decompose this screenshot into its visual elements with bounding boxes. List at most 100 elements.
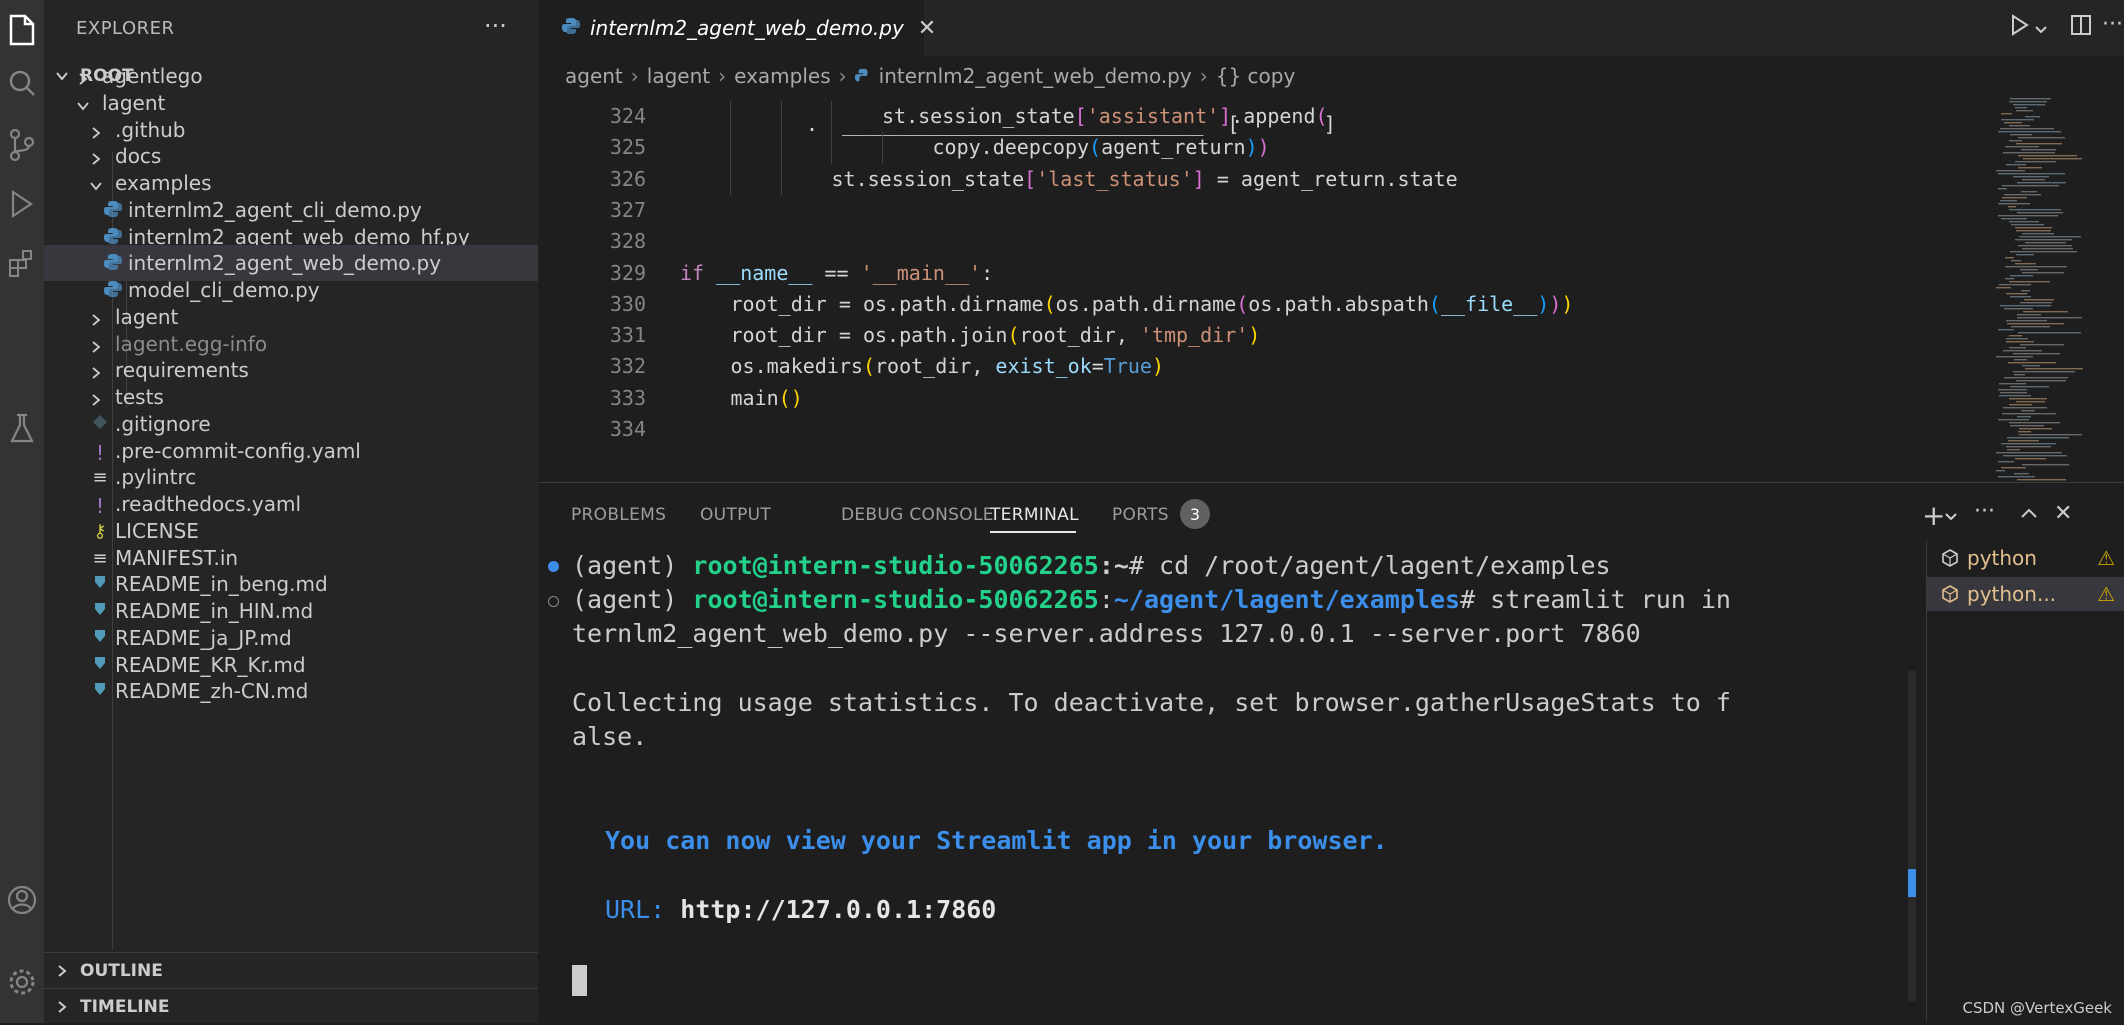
indent-guide: [881, 132, 883, 164]
python-file-icon: [103, 253, 123, 271]
close-panel-icon[interactable]: ✕: [2054, 501, 2072, 526]
split-editor-icon[interactable]: [2070, 14, 2092, 42]
tree-item-label: README_zh-CN.md: [115, 679, 309, 704]
outline-section-header[interactable]: OUTLINE: [44, 952, 538, 989]
chevron-right-icon: [44, 999, 80, 1015]
python-file-icon: [562, 17, 580, 39]
indent-guide: [780, 101, 782, 133]
code-line: 330 root_dir = os.path.dirname(os.path.di…: [538, 289, 1982, 320]
python-file-icon: [103, 280, 123, 298]
timeline-label: TIMELINE: [80, 997, 170, 1017]
line-number: 326: [609, 166, 646, 191]
terminal-list-item[interactable]: python... ⚠: [1927, 577, 2124, 611]
terminal-output[interactable]: (agent) root@intern-studio-50062265:~# c…: [538, 541, 1916, 1021]
new-terminal-plus-icon[interactable]: +: [1922, 499, 1945, 532]
panel-tab-ports[interactable]: PORTS: [1112, 505, 1169, 525]
minimap-preview: [1996, 98, 2083, 481]
markdown-file-icon: [90, 574, 110, 590]
warning-icon: ⚠: [2097, 546, 2115, 570]
more-actions-icon[interactable]: ···: [484, 12, 507, 40]
code-line: 334: [538, 414, 1982, 445]
code-text: if __name__ == '__main__':: [680, 260, 994, 285]
tab-label: internlm2_agent_web_demo.py: [590, 16, 904, 40]
file-item[interactable]: README_zh-CN.md: [44, 673, 538, 709]
terminal-list-item[interactable]: python ⚠: [1927, 541, 2124, 575]
code-text: root_dir = os.path.join(root_dir, 'tmp_d…: [730, 323, 1261, 348]
terminal-dropdown-chevron-icon[interactable]: [1944, 509, 1958, 528]
panel-more-icon[interactable]: ···: [1974, 499, 1995, 524]
terminal-line: Collecting usage statistics. To deactiva…: [572, 688, 1731, 717]
outline-label: OUTLINE: [80, 961, 163, 981]
command-pending-dot-icon[interactable]: [548, 596, 559, 607]
terminal-url-line: URL: http://127.0.0.1:7860: [605, 895, 997, 924]
maximize-panel-chevron-up-icon[interactable]: [2020, 505, 2038, 525]
warning-icon: ⚠: [2097, 582, 2115, 606]
explorer-title: EXPLORER: [76, 18, 175, 39]
code-line: 331 root_dir = os.path.join(root_dir, 'tm…: [538, 320, 1982, 351]
timeline-section-header[interactable]: TIMELINE: [44, 988, 538, 1025]
terminal-scroll-thumb[interactable]: [1908, 869, 1916, 897]
account-icon[interactable]: [0, 884, 44, 916]
panel-tab-output[interactable]: OUTPUT: [700, 505, 771, 525]
code-line: 325 copy.deepcopy(agent_return)): [538, 132, 1982, 164]
terminal-list-label: python: [1967, 546, 2037, 570]
search-icon[interactable]: [0, 68, 44, 98]
code-line: 332 os.makedirs(root_dir, exist_ok=True): [538, 351, 1982, 382]
extensions-icon[interactable]: [0, 248, 44, 278]
line-number: 324: [609, 104, 646, 128]
terminal-line: alse.: [572, 722, 648, 751]
editor-more-icon[interactable]: ···: [2102, 12, 2123, 37]
command-success-dot-icon[interactable]: [548, 561, 559, 572]
line-number: 327: [609, 197, 646, 222]
markdown-file-icon: [90, 655, 110, 671]
bottom-panel: PROBLEMS OUTPUT DEBUG CONSOLE TERMINAL PORTS…: [538, 482, 2124, 1023]
testing-icon[interactable]: [0, 412, 44, 444]
terminal-scrollbar[interactable]: [1908, 671, 1916, 1001]
code-editor[interactable]: . ______________________________ [ ] 324…: [538, 96, 1982, 482]
editor-tab-bar: internlm2_agent_web_demo.py ✕ ···: [538, 0, 2124, 56]
explorer-icon[interactable]: [0, 14, 44, 46]
indent-guide: [730, 163, 731, 195]
python-terminal-icon: [1941, 549, 1959, 567]
run-icon[interactable]: [2010, 14, 2030, 42]
panel-tab-problems[interactable]: PROBLEMS: [571, 505, 666, 525]
panel-tab-debug-console[interactable]: DEBUG CONSOLE: [841, 505, 994, 525]
close-icon[interactable]: ✕: [918, 16, 936, 41]
indent-guide: [831, 132, 832, 164]
line-number: 333: [609, 385, 646, 410]
line-number: 328: [609, 229, 646, 254]
indent-guide: [730, 132, 731, 164]
editor-tab-active[interactable]: internlm2_agent_web_demo.py ✕: [538, 0, 936, 56]
python-terminal-icon: [1941, 585, 1959, 603]
explorer-sidebar: EXPLORER ··· ROOT agentlego lagent .github…: [44, 0, 538, 1023]
git-file-icon: [90, 414, 110, 430]
indent-guide: [730, 101, 731, 133]
terminal-list: python ⚠ python... ⚠: [1926, 541, 2124, 1021]
activity-bar: [0, 0, 44, 1023]
markdown-file-icon: [90, 681, 110, 697]
ports-count-badge: 3: [1180, 499, 1210, 529]
line-number: 331: [609, 323, 646, 348]
source-control-icon[interactable]: [0, 128, 44, 162]
active-tab-indicator: [990, 531, 1076, 533]
terminal-line: (agent) root@intern-studio-50062265:~# c…: [572, 551, 1611, 580]
terminal-list-label: python...: [1967, 582, 2057, 606]
panel-tab-terminal[interactable]: TERMINAL: [990, 505, 1079, 525]
minimap[interactable]: [1982, 96, 2124, 482]
indent-guide: [780, 163, 782, 195]
code-text: root_dir = os.path.dirname(os.path.dirna…: [730, 291, 1574, 316]
line-number: 325: [609, 135, 646, 160]
line-number: 329: [609, 260, 646, 285]
run-dropdown-chevron-icon[interactable]: [2034, 18, 2048, 43]
code-line: 326 st.session_state['last_status'] = age…: [538, 163, 1982, 195]
python-file-icon: [103, 227, 123, 245]
code-text: main(): [730, 385, 803, 410]
settings-gear-icon[interactable]: [0, 966, 44, 998]
code-line: 324 st.session_state['assistant'].append(: [538, 101, 1982, 133]
run-debug-icon[interactable]: [0, 188, 44, 220]
streamlit-ready-message: You can now view your Streamlit app in y…: [605, 826, 1388, 855]
indent-guide: [831, 101, 832, 133]
markdown-file-icon: [90, 628, 110, 644]
line-number: 332: [609, 354, 646, 379]
code-line: 333 main(): [538, 383, 1982, 414]
